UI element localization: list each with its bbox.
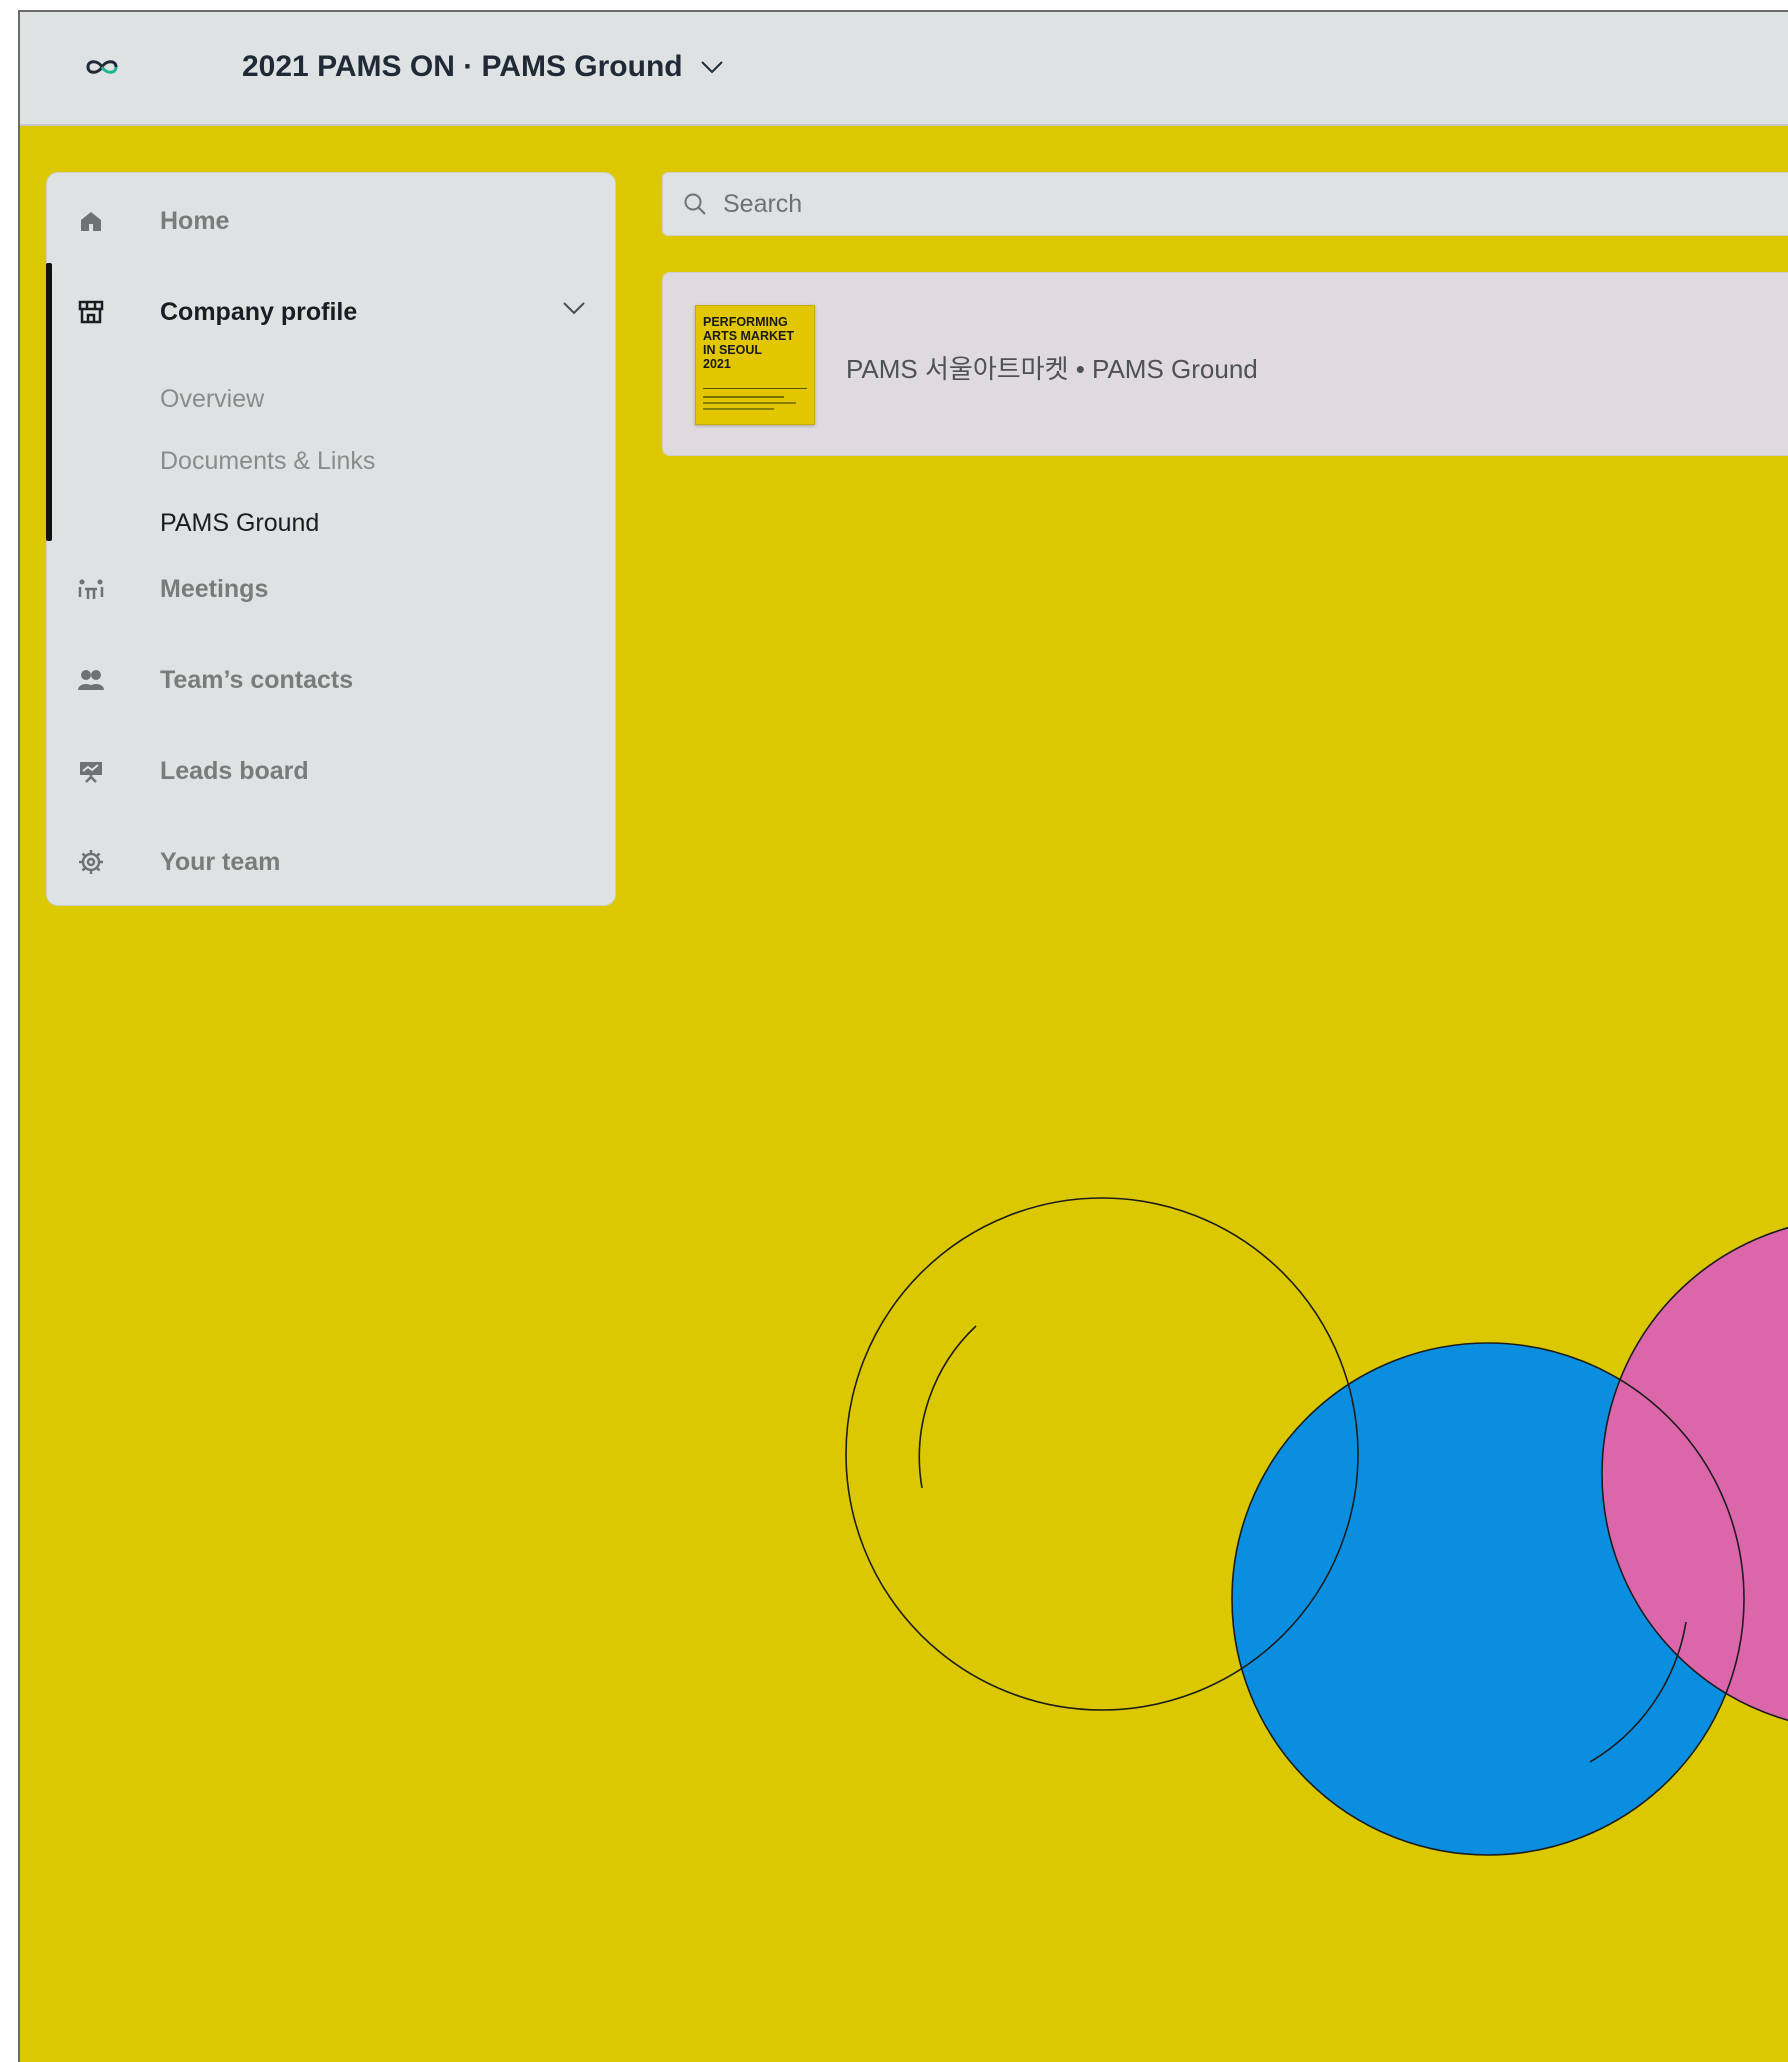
app-window: 2021 PAMS ON · PAMS Ground Home Company … [18,10,1788,2062]
background-circles-artwork [845,1197,1788,1856]
